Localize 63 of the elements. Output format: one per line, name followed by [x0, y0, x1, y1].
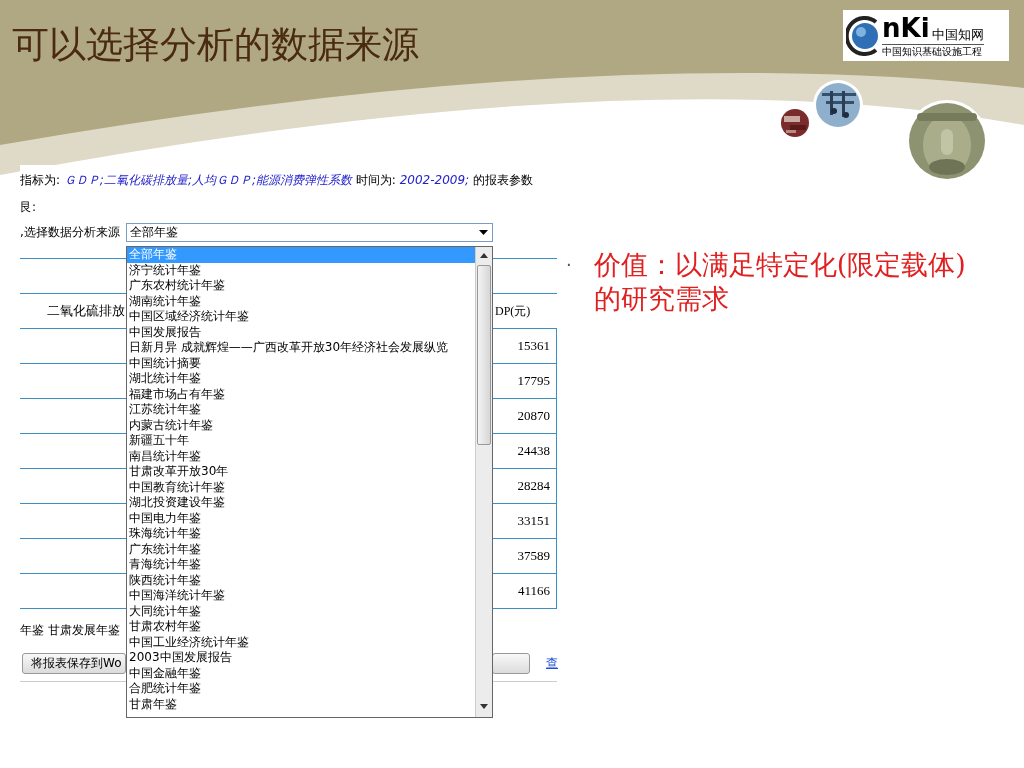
dropdown-option[interactable]: 中国金融年鉴 [127, 665, 475, 681]
logo-mark: nKi [882, 14, 930, 41]
source-list-text: 年鉴 甘肃发展年鉴 [20, 622, 120, 639]
parameter-label: 指标为: [20, 172, 62, 189]
scroll-up-icon [480, 253, 488, 258]
save-report-button[interactable]: 将报表保存到Wo [22, 652, 126, 674]
bullet-text: 价值：以满足特定化(限定载体)的研究需求 [593, 248, 967, 316]
table-cell-text: 41166 [517, 582, 551, 601]
scroll-down-icon [480, 704, 488, 709]
table-header-cell-text: DP(元) [494, 303, 532, 320]
parameter-value: 2002-2009; [399, 172, 470, 189]
dropdown-option[interactable]: 福建市场占有年鉴 [127, 386, 475, 402]
dropdown-option[interactable]: 新疆五十年 [127, 433, 475, 449]
dropdown-option[interactable]: 南昌统计年鉴 [127, 448, 475, 464]
table-cell-text: 15361 [517, 337, 551, 356]
dropdown-option[interactable]: 大同统计年鉴 [127, 603, 475, 619]
toolbar-button[interactable] [492, 652, 530, 674]
table-cell-text: 37589 [517, 547, 551, 566]
dropdown-option[interactable]: 中国工业经济统计年鉴 [127, 634, 475, 650]
dropdown-option[interactable]: 广东统计年鉴 [127, 541, 475, 557]
query-link[interactable]: 查 [546, 654, 558, 672]
source-label: ,选择数据分析来源 [20, 224, 121, 241]
table-cell-text: 24438 [517, 442, 551, 461]
dropdown-option[interactable]: 甘肃改革开放30年 [127, 464, 475, 480]
scrollbar-thumb[interactable] [477, 265, 491, 445]
dropdown-option[interactable]: 湖南统计年鉴 [127, 293, 475, 309]
dropdown-option[interactable]: 2003中国发展报告 [127, 650, 475, 666]
table-cell-text: 28284 [517, 477, 551, 496]
logo-tagline: 中国知识基础设施工程 [882, 43, 984, 57]
dropdown-option[interactable]: 济宁统计年鉴 [127, 262, 475, 278]
dropdown-option[interactable]: 珠海统计年鉴 [127, 526, 475, 542]
dropdown-option[interactable]: 湖北投资建设年鉴 [127, 495, 475, 511]
logo-name: 中国知网 [931, 27, 984, 41]
parameter-label: 艮: [20, 199, 37, 216]
slide-title: 可以选择分析的数据来源 [12, 26, 419, 63]
dropdown-option[interactable]: 日新月异 成就辉煌——广西改革开放30年经济社会发展纵览 [127, 340, 475, 356]
dropdown-option[interactable]: 合肥统计年鉴 [127, 681, 475, 697]
dropdown-option[interactable]: 内蒙古统计年鉴 [127, 417, 475, 433]
dropdown-option[interactable]: 中国区域经济统计年鉴 [127, 309, 475, 325]
dropdown-option[interactable]: 青海统计年鉴 [127, 557, 475, 573]
table-cell-text: 33151 [517, 512, 551, 531]
dropdown-option[interactable]: 甘肃年鉴 [127, 696, 475, 712]
dropdown-option[interactable]: 江苏统计年鉴 [127, 402, 475, 418]
dropdown-option[interactable]: 中国统计摘要 [127, 355, 475, 371]
globe-icon [846, 15, 880, 56]
dropdown-option[interactable]: 中国发展报告 [127, 324, 475, 340]
dropdown-option[interactable]: 中国电力年鉴 [127, 510, 475, 526]
bullet-marker: · [566, 253, 572, 277]
source-select[interactable]: 全部年鉴 [126, 222, 493, 242]
parameter-label: 时间为: [354, 172, 397, 189]
parameter-value: ＧＤＰ;二氧化碳排放量;人均ＧＤＰ;能源消费弹性系数 [63, 172, 352, 189]
table-cell-text: 17795 [517, 372, 551, 391]
table-cell-text: 20870 [517, 407, 551, 426]
table-header-cell-text: 二氧化硫排放 [46, 302, 126, 321]
dropdown-option[interactable]: 甘肃农村年鉴 [127, 619, 475, 635]
dropdown-option[interactable]: 陕西统计年鉴 [127, 572, 475, 588]
caret-icon [479, 229, 488, 235]
dropdown-option[interactable]: 中国海洋统计年鉴 [127, 588, 475, 604]
dropdown-option[interactable]: 广东农村统计年鉴 [127, 278, 475, 294]
dropdown-option[interactable]: 湖北统计年鉴 [127, 371, 475, 387]
dropdown-option[interactable]: 中国教育统计年鉴 [127, 479, 475, 495]
scrollbar[interactable] [475, 247, 492, 717]
parameter-label: 的报表参数 [471, 172, 533, 189]
